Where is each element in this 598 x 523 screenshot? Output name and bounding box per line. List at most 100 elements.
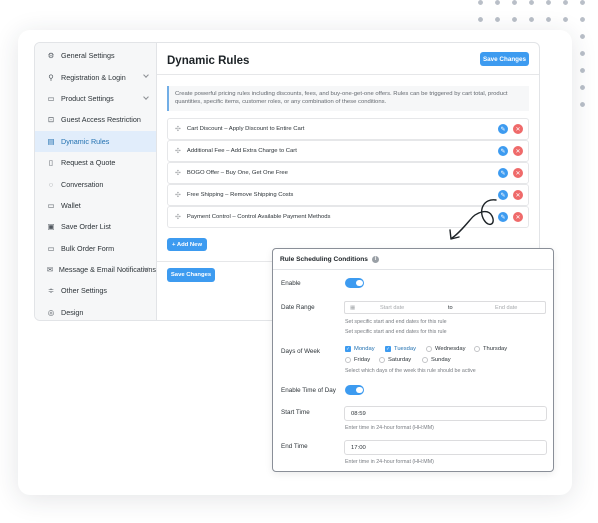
sidebar-item-save-order-list[interactable]: ▣ Save Order List	[35, 216, 156, 237]
day-checkbox-sunday[interactable]: Sunday	[422, 357, 451, 363]
delete-icon[interactable]: ✕	[513, 168, 523, 178]
sidebar-item-registration-login[interactable]: ⚲ Registration & Login	[35, 66, 156, 87]
lock-icon: ⊡	[47, 115, 55, 125]
end-time-input[interactable]: 17:00	[344, 440, 547, 455]
sidebar-item-label: Save Order List	[61, 222, 111, 232]
sidebar-item-message-email[interactable]: ✉ Message & Email Notifications	[35, 259, 156, 280]
end-date-input[interactable]: End date	[495, 305, 517, 311]
day-label: Friday	[354, 357, 371, 363]
day-checkbox-thursday[interactable]: Thursday	[474, 346, 507, 352]
chevron-down-icon	[143, 72, 149, 79]
day-label: Wednesday	[435, 346, 466, 352]
sidebar-item-bulk-order-form[interactable]: ▭ Bulk Order Form	[35, 238, 156, 259]
rules-icon: ▤	[47, 136, 55, 146]
day-checkbox-saturday[interactable]: Saturday	[379, 357, 411, 363]
sidebar-item-label: Wallet	[61, 200, 81, 210]
palette-icon: ◎	[47, 307, 55, 317]
day-label: Thursday	[483, 346, 508, 352]
to-label: to	[448, 305, 453, 311]
sidebar-item-wallet[interactable]: ▭ Wallet	[35, 195, 156, 216]
sidebar-item-label: Request a Quote	[61, 158, 116, 168]
checkbox-icon	[422, 357, 428, 363]
sidebar-item-guest-access[interactable]: ⊡ Guest Access Restriction	[35, 109, 156, 130]
drag-handle-icon[interactable]: ✣	[175, 147, 181, 155]
time-of-day-toggle[interactable]	[345, 385, 364, 395]
drag-handle-icon[interactable]: ✣	[175, 125, 181, 133]
sidebar-item-label: Product Settings	[61, 93, 114, 103]
curved-arrow-icon	[449, 199, 497, 240]
checkbox-icon: ✓	[385, 346, 391, 352]
edit-icon[interactable]: ✎	[498, 146, 508, 156]
edit-icon[interactable]: ✎	[498, 168, 508, 178]
sidebar-item-conversation[interactable]: ◌ Conversation	[35, 173, 156, 194]
divider	[157, 74, 539, 75]
date-range-label: Date Range	[281, 304, 315, 311]
checkbox-icon	[379, 357, 385, 363]
drag-handle-icon[interactable]: ✣	[175, 191, 181, 199]
rule-label: Additional Fee – Add Extra Charge to Car…	[186, 147, 297, 154]
modal-header: Rule Scheduling Conditions i	[273, 249, 553, 270]
sidebar-item-label: Registration & Login	[61, 72, 126, 82]
sidebar-item-label: Message & Email Notifications	[58, 265, 156, 275]
add-new-button[interactable]: + Add New	[167, 238, 207, 251]
day-checkbox-monday[interactable]: ✓ Monday	[345, 346, 375, 352]
wallet-icon: ▭	[47, 200, 55, 210]
edit-icon[interactable]: ✎	[498, 124, 508, 134]
sidebar-item-product-settings[interactable]: ▭ Product Settings	[35, 88, 156, 109]
drag-handle-icon[interactable]: ✣	[175, 213, 181, 221]
sidebar-item-label: Guest Access Restriction	[61, 115, 141, 125]
sidebar-item-other-settings[interactable]: ≑ Other Settings	[35, 280, 156, 301]
start-time-input[interactable]: 08:59	[344, 406, 547, 421]
sidebar-item-label: Other Settings	[61, 286, 107, 296]
end-time-label: End Time	[281, 443, 308, 450]
info-icon[interactable]: i	[371, 255, 379, 263]
start-time-help: Enter time in 24-hour format (HH:MM)	[345, 425, 434, 431]
delete-icon[interactable]: ✕	[513, 190, 523, 200]
date-help-text: Set specific start and end dates for thi…	[345, 319, 447, 325]
rule-label: Free Shipping – Remove Shipping Costs	[186, 191, 294, 198]
sidebar-item-label: Bulk Order Form	[61, 243, 115, 253]
days-help-text: Select which days of the week this rule …	[345, 368, 476, 374]
rule-label: Payment Control – Control Available Paym…	[186, 213, 331, 220]
drag-handle-icon[interactable]: ✣	[175, 169, 181, 177]
day-label: Sunday	[431, 357, 451, 363]
checkbox-icon	[474, 346, 480, 352]
enable-label: Enable	[281, 280, 301, 287]
enable-toggle[interactable]	[345, 278, 364, 288]
sidebar-item-general-settings[interactable]: ⚙ General Settings	[35, 45, 156, 66]
day-checkbox-wednesday[interactable]: Wednesday	[426, 346, 466, 352]
day-checkbox-friday[interactable]: Friday	[345, 357, 370, 363]
delete-icon[interactable]: ✕	[513, 124, 523, 134]
rule-row-additional-fee[interactable]: ✣ Additional Fee – Add Extra Charge to Ca…	[167, 140, 529, 162]
start-date-input[interactable]: Start date	[380, 305, 404, 311]
save-changes-bottom-button[interactable]: Save Changes	[167, 268, 215, 282]
document-icon: ▯	[48, 158, 54, 168]
day-label: Tuesday	[394, 346, 417, 352]
end-time-help: Enter time in 24-hour format (HH:MM)	[345, 459, 434, 465]
day-checkbox-tuesday[interactable]: ✓ Tuesday	[385, 346, 416, 352]
sidebar-item-design[interactable]: ◎ Design	[35, 302, 156, 320]
date-range-field[interactable]: ▦ Start date to End date	[344, 301, 546, 314]
sidebar-item-dynamic-rules[interactable]: ▤ Dynamic Rules	[35, 130, 156, 152]
rule-label: Cart Discount – Apply Discount to Entire…	[186, 125, 305, 132]
delete-icon[interactable]: ✕	[513, 146, 523, 156]
checkbox-icon	[426, 346, 432, 352]
sliders-icon: ≑	[47, 286, 55, 296]
info-notice: Create powerful pricing rules including …	[167, 86, 529, 111]
checkbox-icon	[345, 357, 351, 363]
calendar-icon: ▦	[350, 305, 356, 311]
date-help-text: Set specific start and end dates for thi…	[345, 329, 447, 335]
rule-scheduling-modal: Rule Scheduling Conditions i Enable Date…	[272, 248, 554, 472]
delete-icon[interactable]: ✕	[513, 212, 523, 222]
day-label: Monday	[354, 346, 375, 352]
rule-row-cart-discount[interactable]: ✣ Cart Discount – Apply Discount to Entir…	[167, 118, 529, 140]
sidebar-item-request-quote[interactable]: ▯ Request a Quote	[35, 152, 156, 173]
rule-row-bogo[interactable]: ✣ BOGO Offer – Buy One, Get One Free ✎ ✕	[167, 162, 529, 184]
start-time-label: Start Time	[281, 409, 310, 416]
save-icon: ▣	[47, 222, 55, 232]
days-of-week-label: Days of Week	[281, 348, 321, 355]
save-changes-button[interactable]: Save Changes	[480, 52, 529, 66]
chevron-down-icon	[143, 93, 149, 100]
box-icon: ▭	[47, 93, 55, 103]
sidebar-item-label: General Settings	[61, 51, 115, 61]
